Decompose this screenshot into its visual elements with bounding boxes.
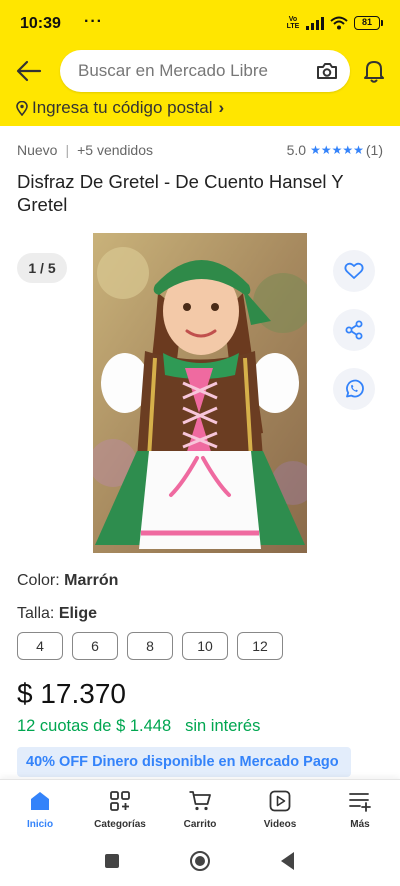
bell-icon [364, 61, 384, 83]
rating-value: 5.0 [286, 142, 307, 158]
nav-label: Carrito [183, 819, 217, 830]
meta-separator: | [65, 142, 70, 158]
bottom-navigation: Inicio Categorías Carrito Videos Más [0, 779, 400, 839]
size-option-12[interactable]: 12 [237, 632, 283, 660]
image-counter: 1 / 5 [17, 253, 67, 283]
whatsapp-button[interactable] [333, 368, 375, 410]
size-option-6[interactable]: 6 [72, 632, 118, 660]
cart-icon [189, 791, 211, 811]
interest-free-text: sin interés [185, 717, 261, 735]
nav-item-carrito[interactable]: Carrito [160, 780, 240, 839]
size-value: Elige [58, 605, 98, 622]
postal-code-link[interactable]: Ingresa tu código postal › [16, 98, 224, 118]
nav-label: Inicio [26, 819, 54, 830]
status-time: 10:39 [20, 15, 61, 32]
nav-item-categorias[interactable]: Categorías [80, 780, 160, 839]
recent-apps-button[interactable] [105, 854, 119, 868]
video-icon [269, 790, 291, 812]
nav-label: Más [350, 819, 370, 830]
back-arrow-icon [16, 60, 42, 82]
more-icon [349, 793, 371, 812]
nav-label: Videos [263, 819, 297, 830]
rating-summary[interactable]: 5.0 ★★★★★ (1) [287, 142, 383, 158]
color-value: Marrón [64, 572, 119, 589]
product-price: $ 17.370 [17, 678, 126, 709]
back-button[interactable] [14, 58, 44, 84]
installments-text: 12 cuotas de $ 1.448 [17, 717, 172, 735]
postal-code-text: Ingresa tu código postal [32, 98, 213, 117]
color-selector: Color: Marrón [17, 572, 118, 590]
system-navigation-bar [0, 839, 400, 886]
chevron-right-icon: › [218, 98, 225, 117]
notifications-button[interactable] [362, 58, 386, 84]
search-input[interactable]: Buscar en Mercado Libre [60, 50, 350, 92]
size-options: 4 6 8 10 12 [17, 632, 283, 660]
location-pin-icon [16, 100, 28, 116]
product-title: Disfraz De Gretel - De Cuento Hansel Y G… [17, 171, 344, 215]
review-count: (1) [365, 142, 383, 158]
battery-icon: 81 [354, 16, 383, 30]
nav-label: Categorías [94, 819, 146, 830]
star-rating-icon: ★★★★★ [310, 143, 364, 157]
condition-label: Nuevo [17, 142, 58, 158]
app-header: 10:39 ··· Vo LTE 81 Buscar en Mercado Li… [0, 0, 400, 126]
nav-item-inicio[interactable]: Inicio [0, 780, 80, 839]
size-selector-label: Talla: Elige [17, 605, 97, 623]
heart-icon [344, 262, 364, 279]
wifi-icon [330, 16, 348, 30]
camera-button[interactable] [316, 61, 338, 81]
promo-banner[interactable]: 40% OFF Dinero disponible en Mercado Pag… [17, 747, 351, 777]
nav-item-mas[interactable]: Más [320, 780, 400, 839]
signal-icon [306, 16, 324, 30]
nav-item-videos[interactable]: Videos [240, 780, 320, 839]
search-placeholder: Buscar en Mercado Libre [78, 61, 268, 80]
status-notification-dots: ··· [84, 13, 103, 30]
share-icon [345, 320, 363, 340]
size-label: Talla: [17, 605, 55, 622]
size-option-4[interactable]: 4 [17, 632, 63, 660]
status-bar: 10:39 ··· Vo LTE 81 [0, 0, 400, 46]
favorite-button[interactable] [333, 250, 375, 292]
product-image[interactable] [93, 233, 307, 553]
whatsapp-icon [346, 379, 364, 398]
sold-count: +5 vendidos [77, 142, 154, 158]
size-option-10[interactable]: 10 [182, 632, 228, 660]
camera-icon [317, 63, 337, 79]
size-option-8[interactable]: 8 [127, 632, 173, 660]
system-back-button[interactable] [281, 852, 294, 870]
installments-info[interactable]: 12 cuotas de $ 1.448 sin interés [17, 717, 260, 736]
status-icons: Vo LTE 81 [286, 16, 383, 30]
share-button[interactable] [333, 309, 375, 351]
color-label: Color: [17, 572, 60, 589]
product-photo [93, 233, 307, 553]
home-button[interactable] [190, 851, 210, 871]
product-meta: Nuevo | +5 vendidos [17, 142, 153, 158]
categories-icon [110, 791, 130, 811]
home-icon [31, 792, 49, 810]
volte-indicator: Vo LTE [286, 16, 300, 30]
